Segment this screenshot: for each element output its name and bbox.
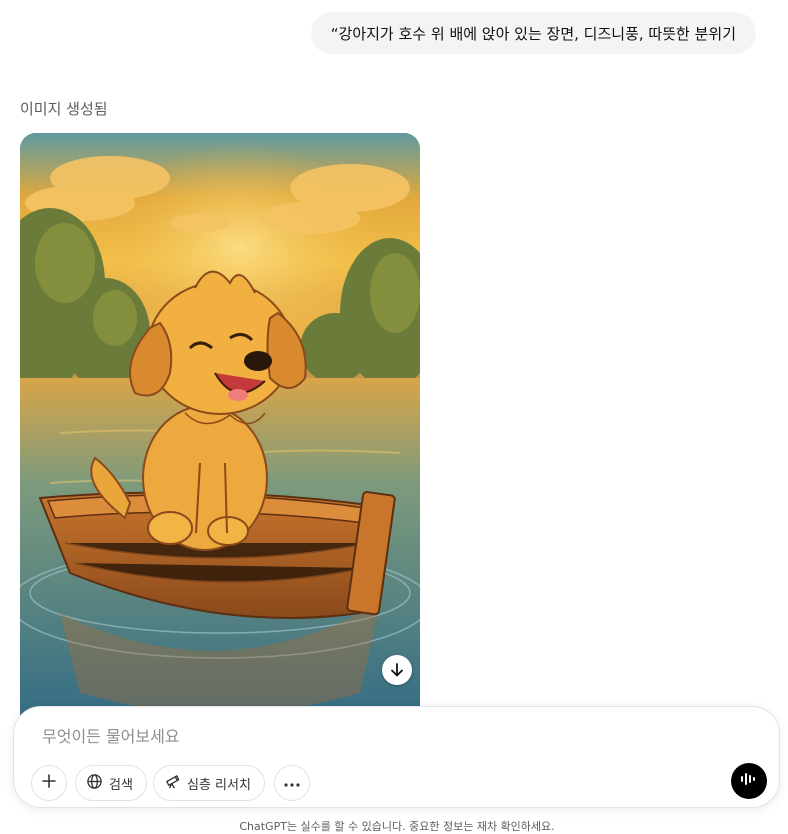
user-message-text: “강아지가 호수 위 배에 앉아 있는 장면, 디즈니풍, 따뜻한 분위기 bbox=[330, 24, 736, 43]
deep-research-label: 심층 리서치 bbox=[187, 777, 251, 793]
search-button[interactable]: 검색 bbox=[75, 765, 147, 801]
puppy-boat-illustration bbox=[20, 133, 420, 733]
voice-mode-button[interactable] bbox=[731, 763, 767, 799]
globe-icon bbox=[86, 773, 103, 794]
message-composer: 무엇이든 물어보세요 검색 심층 리서치 bbox=[13, 706, 780, 808]
arrow-down-icon bbox=[389, 662, 405, 678]
add-attachment-button[interactable] bbox=[31, 765, 67, 801]
plus-icon bbox=[40, 772, 58, 794]
generated-image[interactable] bbox=[20, 133, 420, 733]
voice-wave-icon bbox=[740, 771, 758, 791]
deep-research-button[interactable]: 심층 리서치 bbox=[153, 765, 265, 801]
image-generated-label: 이미지 생성됨 bbox=[20, 100, 108, 118]
telescope-icon bbox=[164, 773, 181, 794]
prompt-input[interactable]: 무엇이든 물어보세요 bbox=[42, 723, 180, 747]
user-message-bubble: “강아지가 호수 위 배에 앉아 있는 장면, 디즈니풍, 따뜻한 분위기 bbox=[310, 12, 756, 54]
ellipsis-icon bbox=[284, 776, 300, 791]
disclaimer-text: ChatGPT는 실수를 할 수 있습니다. 중요한 정보는 재차 확인하세요. bbox=[239, 820, 555, 833]
download-button[interactable] bbox=[382, 655, 412, 685]
search-button-label: 검색 bbox=[109, 777, 133, 793]
more-tools-button[interactable] bbox=[274, 765, 310, 801]
